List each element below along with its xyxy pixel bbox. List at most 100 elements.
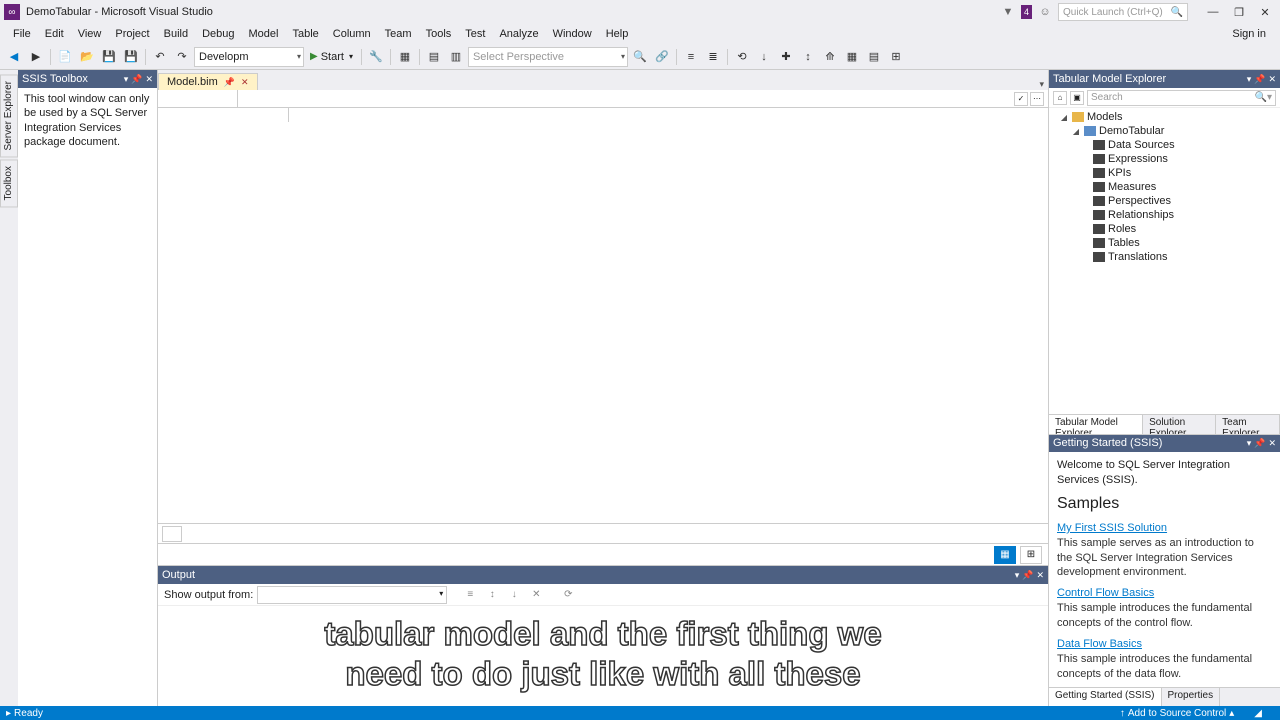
tree-relationships[interactable]: Relationships [1053, 208, 1276, 222]
menu-build[interactable]: Build [157, 26, 195, 42]
sample-link-3[interactable]: Data Flow Basics [1057, 637, 1272, 652]
status-corner[interactable]: ◢ [1254, 708, 1262, 719]
dropdown-icon[interactable]: ▾ [1247, 74, 1252, 85]
tree-roles[interactable]: Roles [1053, 222, 1276, 236]
open-button[interactable]: 📂 [77, 47, 97, 67]
diagram-view-button[interactable]: ⊞ [1020, 546, 1042, 564]
tool-button-16[interactable]: ⊞ [886, 47, 906, 67]
redo-button[interactable]: ↷ [172, 47, 192, 67]
tool-button-14[interactable]: ▦ [842, 47, 862, 67]
notification-badge[interactable]: 4 [1021, 5, 1032, 19]
menu-file[interactable]: File [6, 26, 38, 42]
close-button[interactable]: ✕ [1254, 3, 1276, 21]
menu-analyze[interactable]: Analyze [492, 26, 545, 42]
nav-forward-button[interactable]: ▶ [26, 47, 46, 67]
menu-debug[interactable]: Debug [195, 26, 241, 42]
feedback-icon[interactable]: ☺ [1038, 5, 1052, 19]
menu-edit[interactable]: Edit [38, 26, 71, 42]
close-icon[interactable]: ✕ [145, 74, 153, 85]
pin-icon[interactable]: 📌 [131, 74, 142, 85]
tree-root[interactable]: ◢Models [1053, 110, 1276, 124]
tool-button-11[interactable]: ✚ [776, 47, 796, 67]
vtab-toolbox[interactable]: Toolbox [0, 159, 18, 207]
new-project-button[interactable]: 📄 [55, 47, 75, 67]
collapse-button[interactable]: ▣ [1070, 91, 1084, 105]
tool-button-9[interactable]: ⟲ [732, 47, 752, 67]
pin-icon[interactable]: 📌 [1022, 570, 1033, 581]
save-button[interactable]: 💾 [99, 47, 119, 67]
tree-expressions[interactable]: Expressions [1053, 152, 1276, 166]
menu-column[interactable]: Column [326, 26, 378, 42]
menu-tools[interactable]: Tools [419, 26, 459, 42]
tab-properties[interactable]: Properties [1162, 688, 1221, 706]
model-grid[interactable] [158, 108, 1048, 523]
tool-button-1[interactable]: 🔧 [366, 47, 386, 67]
menu-test[interactable]: Test [458, 26, 492, 42]
tool-button-5[interactable]: 🔍 [630, 47, 650, 67]
tool-button-10[interactable]: ↓ [754, 47, 774, 67]
sample-link-1[interactable]: My First SSIS Solution [1057, 521, 1272, 536]
tree-model[interactable]: ◢DemoTabular [1053, 124, 1276, 138]
pin-icon[interactable]: 📌 [1254, 438, 1265, 449]
menu-team[interactable]: Team [378, 26, 419, 42]
perspective-dropdown[interactable]: Select Perspective [468, 47, 628, 67]
tool-button-3[interactable]: ▤ [424, 47, 444, 67]
tool-button-4[interactable]: ▥ [446, 47, 466, 67]
start-button[interactable]: ▶Start▾ [306, 51, 357, 63]
tab-team-explorer[interactable]: Team Explorer [1216, 415, 1280, 434]
output-btn-1[interactable]: ≡ [461, 586, 479, 604]
cell-reference-input[interactable] [158, 90, 238, 107]
close-icon[interactable]: ✕ [241, 77, 249, 88]
tool-button-8[interactable]: ≣ [703, 47, 723, 67]
nav-back-button[interactable]: ◀ [4, 47, 24, 67]
close-icon[interactable]: ✕ [1268, 74, 1276, 85]
fx-expand-button[interactable]: ⋯ [1030, 92, 1044, 106]
fx-check-button[interactable]: ✓ [1014, 92, 1028, 106]
maximize-button[interactable]: ❐ [1228, 3, 1250, 21]
output-source-dropdown[interactable] [257, 586, 447, 604]
tool-button-12[interactable]: ↕ [798, 47, 818, 67]
home-button[interactable]: ⌂ [1053, 91, 1067, 105]
menu-model[interactable]: Model [242, 26, 286, 42]
vtab-server-explorer[interactable]: Server Explorer [0, 74, 18, 157]
quick-launch-input[interactable]: Quick Launch (Ctrl+Q) 🔍 [1058, 3, 1188, 21]
output-btn-2[interactable]: ↕ [483, 586, 501, 604]
save-all-button[interactable]: 💾 [121, 47, 141, 67]
tool-button-6[interactable]: 🔗 [652, 47, 672, 67]
menu-table[interactable]: Table [285, 26, 325, 42]
tree-data-sources[interactable]: Data Sources [1053, 138, 1276, 152]
dropdown-icon[interactable]: ▾ [1247, 438, 1252, 449]
grid-view-button[interactable]: ▦ [994, 546, 1016, 564]
dropdown-icon[interactable]: ▾ [1015, 570, 1020, 581]
tree-perspectives[interactable]: Perspectives [1053, 194, 1276, 208]
output-btn-4[interactable]: ✕ [527, 586, 545, 604]
tool-button-2[interactable]: ▦ [395, 47, 415, 67]
tab-getting-started[interactable]: Getting Started (SSIS) [1049, 688, 1162, 706]
menu-window[interactable]: Window [546, 26, 599, 42]
tab-solution-explorer[interactable]: Solution Explorer [1143, 415, 1216, 434]
pin-icon[interactable]: 📌 [1254, 74, 1265, 85]
menu-view[interactable]: View [71, 26, 109, 42]
notifications-icon[interactable]: ▼ [1001, 5, 1015, 19]
pin-icon[interactable]: 📌 [224, 77, 235, 88]
menu-help[interactable]: Help [599, 26, 636, 42]
tool-button-7[interactable]: ≡ [681, 47, 701, 67]
sheet-tab[interactable] [162, 526, 182, 542]
sign-in-link[interactable]: Sign in [1224, 26, 1274, 42]
output-btn-3[interactable]: ↓ [505, 586, 523, 604]
undo-button[interactable]: ↶ [150, 47, 170, 67]
publish-button[interactable]: ↑Add to Source Control▴ [1120, 708, 1234, 719]
tab-tabular-explorer[interactable]: Tabular Model Explorer [1049, 415, 1143, 434]
doc-tab-model[interactable]: Model.bim 📌 ✕ [158, 73, 258, 90]
tool-button-15[interactable]: ▤ [864, 47, 884, 67]
tree-tables[interactable]: Tables [1053, 236, 1276, 250]
close-icon[interactable]: ✕ [1036, 570, 1044, 581]
tree-kpis[interactable]: KPIs [1053, 166, 1276, 180]
tool-button-13[interactable]: ⟰ [820, 47, 840, 67]
dropdown-icon[interactable]: ▾ [124, 74, 129, 85]
minimize-button[interactable]: — [1202, 3, 1224, 21]
menu-project[interactable]: Project [108, 26, 156, 42]
tree-measures[interactable]: Measures [1053, 180, 1276, 194]
explorer-search-input[interactable]: Search 🔍▾ [1087, 90, 1276, 106]
config-dropdown[interactable]: Developm [194, 47, 304, 67]
